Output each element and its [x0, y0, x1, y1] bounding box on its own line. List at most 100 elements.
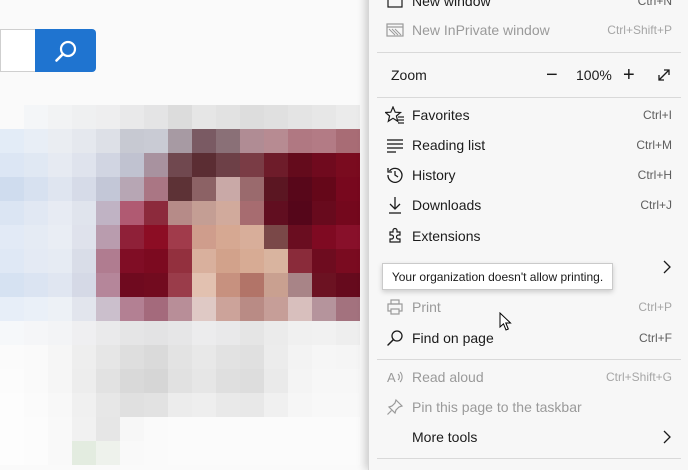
- menu-item-shortcut: Ctrl+Shift+G: [605, 370, 672, 384]
- image-pixel: [24, 441, 48, 465]
- menu-item-print[interactable]: Print Ctrl+P: [369, 292, 688, 322]
- image-pixel: [312, 129, 336, 153]
- menu-item-pin-to-taskbar[interactable]: Pin this page to the taskbar: [369, 392, 688, 422]
- image-pixel: [24, 321, 48, 345]
- image-pixel: [336, 441, 360, 465]
- image-pixel: [216, 177, 240, 201]
- zoom-out-button[interactable]: −: [546, 65, 558, 85]
- image-pixel: [264, 345, 288, 369]
- menu-item-history[interactable]: History Ctrl+H: [369, 160, 688, 190]
- image-pixel: [240, 177, 264, 201]
- menu-item-shortcut: Ctrl+N: [637, 0, 672, 8]
- image-pixel: [192, 321, 216, 345]
- image-pixel: [144, 153, 168, 177]
- mouse-cursor-icon: [499, 312, 512, 331]
- image-pixel: [48, 225, 72, 249]
- image-pixel: [312, 417, 336, 441]
- image-pixel: [48, 393, 72, 417]
- image-pixel: [240, 321, 264, 345]
- image-pixel: [120, 249, 144, 273]
- image-pixel: [120, 177, 144, 201]
- image-pixel: [48, 201, 72, 225]
- image-pixel: [216, 369, 240, 393]
- image-pixel: [0, 321, 24, 345]
- search-button[interactable]: [35, 29, 96, 72]
- image-pixel: [168, 153, 192, 177]
- image-pixel: [240, 297, 264, 321]
- image-pixel: [192, 153, 216, 177]
- menu-item-reading-list[interactable]: Reading list Ctrl+M: [369, 130, 688, 160]
- image-pixel: [264, 441, 288, 465]
- image-pixel: [288, 297, 312, 321]
- image-pixel: [24, 177, 48, 201]
- menu-item-downloads[interactable]: Downloads Ctrl+J: [369, 190, 688, 220]
- image-pixel: [0, 249, 24, 273]
- image-pixel: [0, 417, 24, 441]
- image-pixel: [168, 441, 192, 465]
- image-pixel: [96, 321, 120, 345]
- image-pixel: [0, 177, 24, 201]
- menu-item-read-aloud[interactable]: A Read aloud Ctrl+Shift+G: [369, 362, 688, 392]
- image-pixel: [240, 249, 264, 273]
- image-pixel: [144, 393, 168, 417]
- image-pixel: [48, 321, 72, 345]
- menu-item-extensions[interactable]: Extensions: [369, 221, 688, 251]
- image-pixel: [120, 201, 144, 225]
- image-pixel: [240, 369, 264, 393]
- image-pixel: [240, 417, 264, 441]
- image-pixel: [72, 393, 96, 417]
- image-pixel: [168, 249, 192, 273]
- image-pixel: [192, 225, 216, 249]
- image-pixel: [336, 105, 360, 129]
- image-pixel: [192, 441, 216, 465]
- menu-separator: [377, 458, 681, 459]
- image-pixel: [288, 105, 312, 129]
- image-pixel: [120, 393, 144, 417]
- fullscreen-icon[interactable]: [656, 67, 672, 86]
- menu-item-new-inprivate-window[interactable]: New InPrivate window Ctrl+Shift+P: [369, 15, 688, 45]
- image-pixel: [264, 105, 288, 129]
- image-pixel: [288, 153, 312, 177]
- image-pixel: [240, 105, 264, 129]
- search-input[interactable]: [0, 29, 36, 72]
- menu-item-new-window[interactable]: New window Ctrl+N: [369, 0, 688, 16]
- print-icon: [385, 298, 405, 316]
- image-pixel: [336, 417, 360, 441]
- image-pixel: [96, 249, 120, 273]
- image-pixel: [168, 225, 192, 249]
- image-pixel: [192, 345, 216, 369]
- image-pixel: [312, 369, 336, 393]
- image-pixel: [48, 129, 72, 153]
- zoom-label: Zoom: [391, 67, 427, 83]
- image-pixel: [96, 201, 120, 225]
- image-pixel: [0, 129, 24, 153]
- image-pixel: [24, 273, 48, 297]
- image-pixel: [24, 345, 48, 369]
- image-pixel: [72, 249, 96, 273]
- image-pixel: [336, 129, 360, 153]
- menu-item-label: Read aloud: [412, 369, 484, 385]
- menu-item-find-on-page[interactable]: Find on page Ctrl+F: [369, 323, 688, 353]
- find-icon: [385, 329, 405, 347]
- image-pixel: [48, 417, 72, 441]
- menu-item-label: New window: [412, 0, 491, 9]
- image-pixel: [240, 225, 264, 249]
- new-window-icon: [385, 0, 405, 10]
- image-pixel: [216, 345, 240, 369]
- menu-item-more-tools[interactable]: More tools: [369, 422, 688, 452]
- image-pixel: [48, 177, 72, 201]
- image-pixel: [192, 201, 216, 225]
- image-pixel: [72, 417, 96, 441]
- image-pixel: [0, 369, 24, 393]
- image-pixel: [48, 249, 72, 273]
- image-pixel: [192, 417, 216, 441]
- image-pixel: [24, 249, 48, 273]
- image-pixel: [216, 201, 240, 225]
- image-pixel: [96, 369, 120, 393]
- image-pixel: [96, 345, 120, 369]
- menu-item-favorites[interactable]: Favorites Ctrl+I: [369, 100, 688, 130]
- zoom-in-button[interactable]: +: [623, 65, 635, 85]
- menu-separator: [377, 52, 681, 53]
- image-pixel: [96, 153, 120, 177]
- image-pixel: [336, 177, 360, 201]
